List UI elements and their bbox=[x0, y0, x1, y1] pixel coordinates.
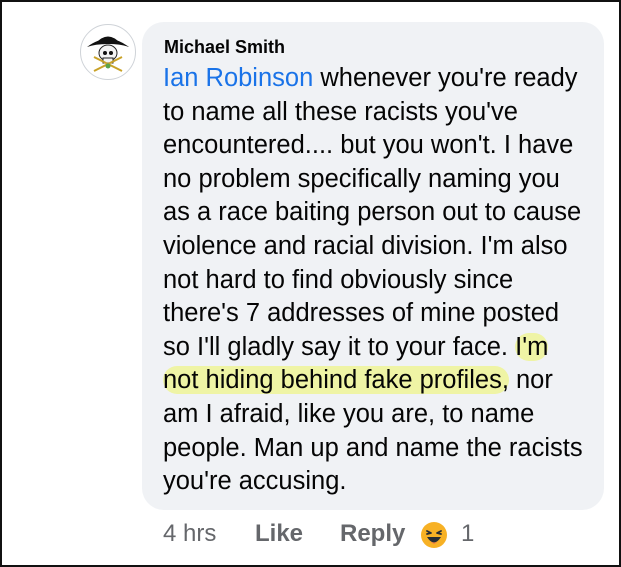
comment-line: so I'll gladly say it to your face. bbox=[163, 332, 516, 361]
mention-link[interactable]: Ian Robinson bbox=[163, 64, 313, 92]
comment-line: no problem specifically naming you bbox=[163, 164, 560, 193]
comment-line: whenever you're ready bbox=[313, 64, 578, 92]
comment-line: you're accusing. bbox=[163, 467, 347, 496]
comment-author[interactable]: Michael Smith bbox=[164, 37, 285, 58]
comment-body: Ian Robinson whenever you're ready to na… bbox=[163, 62, 593, 499]
reaction-count[interactable]: 1 bbox=[461, 520, 474, 548]
comment-line: nor bbox=[508, 366, 553, 395]
reply-button[interactable]: Reply bbox=[340, 520, 405, 548]
comment-line: there's 7 addresses of mine posted bbox=[163, 299, 560, 328]
avatar[interactable] bbox=[80, 24, 136, 80]
highlighted-text: I'm bbox=[515, 332, 549, 361]
highlighted-text: not hiding behind fake profiles, bbox=[163, 366, 509, 395]
comment-line: not hard to find obviously since bbox=[163, 265, 514, 294]
comment-line: people. Man up and name the racists bbox=[163, 433, 583, 462]
like-button[interactable]: Like bbox=[255, 520, 303, 548]
timestamp[interactable]: 4 hrs bbox=[163, 520, 216, 548]
comment-line: as a race baiting person out to cause bbox=[163, 198, 582, 227]
comment-line: encountered.... but you won't. I have bbox=[163, 131, 574, 160]
laughing-emoji-icon[interactable] bbox=[420, 521, 448, 549]
pirate-skull-icon bbox=[87, 36, 129, 72]
comment-line: am I afraid, like you are, to name bbox=[163, 399, 535, 428]
comment-line: to name all these racists you've bbox=[163, 97, 518, 126]
comment-line: violence and racial division. I'm also bbox=[163, 231, 568, 260]
